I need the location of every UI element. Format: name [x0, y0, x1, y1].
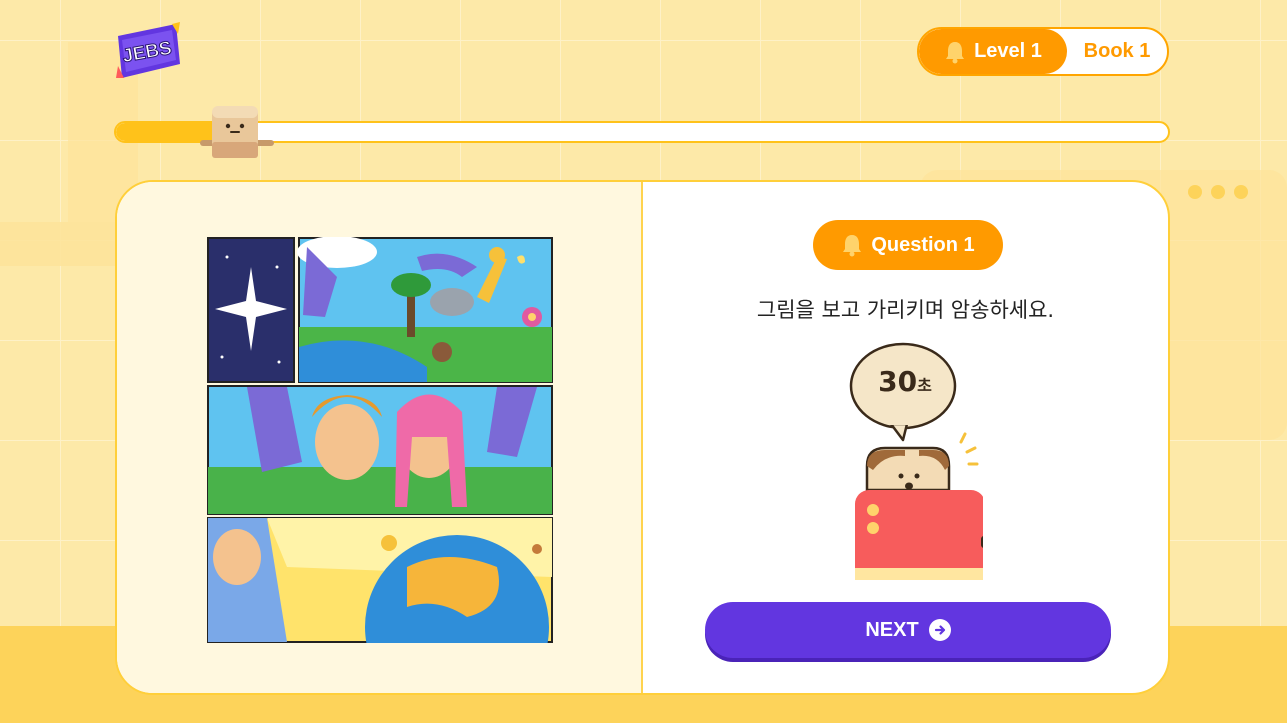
bell-icon: [843, 235, 862, 257]
level-label: Level 1: [974, 40, 1042, 62]
next-label: NEXT: [865, 618, 919, 641]
level-tab[interactable]: Level 1: [919, 29, 1067, 74]
timer-bubble: 30초: [851, 365, 959, 398]
book-tab[interactable]: Book 1: [1067, 40, 1167, 63]
timer-unit: 초: [917, 376, 932, 395]
picture-panel: [117, 182, 643, 693]
creation-comic-image: [207, 237, 553, 643]
background-dot: [1211, 185, 1225, 199]
level-book-selector: Level 1 Book 1: [917, 27, 1169, 76]
instruction-text: 그림을 보고 가리키며 암송하세요.: [756, 298, 1055, 322]
question-panel: Question 1 그림을 보고 가리키며 암송하세요. 30초 NEXT: [643, 182, 1168, 693]
background-dot: [1188, 185, 1202, 199]
question-label: Question 1: [871, 233, 975, 256]
arrow-right-circle-icon: [928, 619, 951, 641]
question-badge: Question 1: [813, 220, 1003, 270]
question-card: Question 1 그림을 보고 가리키며 암송하세요. 30초 NEXT: [115, 180, 1170, 695]
next-button[interactable]: NEXT: [705, 602, 1111, 658]
bell-icon: [946, 41, 965, 63]
timer-value: 30: [878, 365, 918, 398]
background-dot: [1234, 185, 1248, 199]
toast-mascot-icon: [200, 106, 274, 158]
background-block: [0, 222, 120, 266]
jebs-logo[interactable]: JEBS: [114, 22, 180, 80]
